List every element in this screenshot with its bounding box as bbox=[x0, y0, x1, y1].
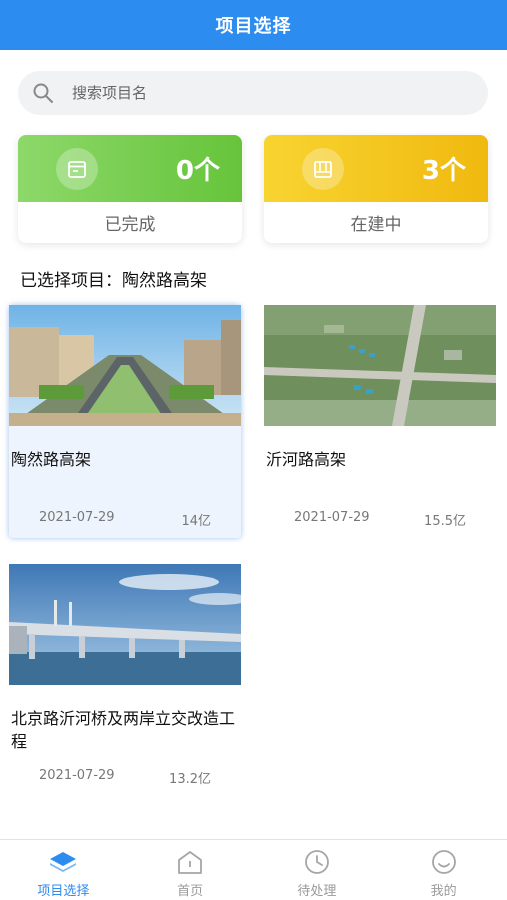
project-card[interactable]: 沂河路高架 2021-07-29 15.5亿 bbox=[264, 305, 496, 538]
completed-stat-card[interactable]: 0个 已完成 bbox=[18, 135, 242, 243]
project-amount: 14亿 bbox=[181, 514, 211, 529]
clock-icon bbox=[302, 848, 332, 876]
tab-label: 我的 bbox=[430, 884, 457, 899]
search-icon bbox=[32, 82, 54, 104]
project-thumbnail bbox=[9, 305, 241, 426]
completed-label: 已完成 bbox=[104, 215, 156, 235]
project-date: 2021-07-29 bbox=[39, 510, 115, 525]
project-card[interactable]: 北京路沂河桥及两岸立交改造工程 2021-07-29 13.2亿 bbox=[9, 564, 241, 794]
search-bar[interactable] bbox=[18, 71, 488, 115]
project-name: 陶然路高架 bbox=[11, 450, 92, 469]
project-name: 北京路沂河桥及两岸立交改造工程 bbox=[11, 709, 236, 751]
search-input[interactable] bbox=[72, 84, 452, 102]
building-icon bbox=[302, 147, 344, 190]
page-title: 项目选择 bbox=[215, 16, 292, 37]
under-construction-count: 3个 bbox=[421, 156, 466, 186]
bottom-tab-bar: 项目选择 首页 待处理 我的 bbox=[0, 839, 507, 900]
home-icon bbox=[175, 848, 205, 876]
project-name: 沂河路高架 bbox=[266, 450, 347, 469]
tab-home[interactable]: 首页 bbox=[127, 840, 254, 900]
project-thumbnail bbox=[264, 305, 496, 426]
selected-project-label: 已选择项目：陶然路高架 bbox=[20, 271, 207, 291]
completed-count: 0个 bbox=[175, 156, 220, 186]
project-thumbnail bbox=[9, 564, 241, 685]
tab-mine[interactable]: 我的 bbox=[380, 840, 507, 900]
tab-project-select[interactable]: 项目选择 bbox=[0, 840, 127, 900]
smile-icon bbox=[429, 848, 459, 876]
layers-icon bbox=[48, 848, 78, 876]
under-construction-label: 在建中 bbox=[350, 215, 402, 235]
tab-label: 项目选择 bbox=[37, 884, 90, 899]
calendar-check-icon bbox=[56, 147, 98, 190]
project-date: 2021-07-29 bbox=[294, 510, 370, 525]
header-bar: 项目选择 bbox=[0, 0, 507, 50]
tab-label: 待处理 bbox=[297, 884, 337, 899]
project-card[interactable]: 陶然路高架 2021-07-29 14亿 bbox=[9, 305, 241, 538]
project-amount: 13.2亿 bbox=[169, 772, 211, 787]
tab-pending[interactable]: 待处理 bbox=[254, 840, 381, 900]
project-amount: 15.5亿 bbox=[424, 514, 466, 529]
under-construction-stat-card[interactable]: 3个 在建中 bbox=[264, 135, 488, 243]
project-date: 2021-07-29 bbox=[39, 768, 115, 783]
tab-label: 首页 bbox=[177, 884, 204, 899]
